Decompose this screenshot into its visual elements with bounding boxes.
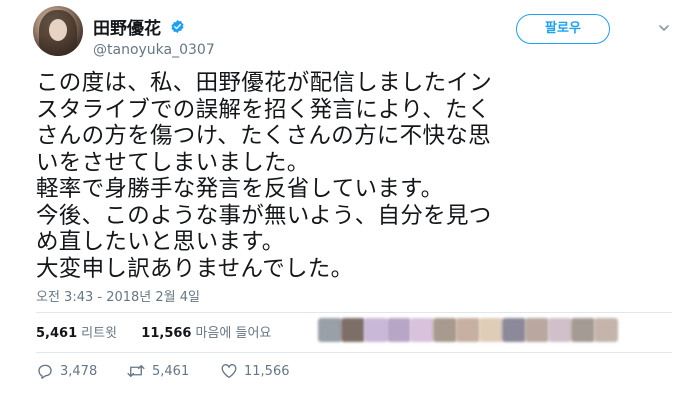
reply-action[interactable]: 3,478 <box>36 362 97 382</box>
tweet-text-line: 今後、このような事が無いよう、自分を見つ <box>36 202 492 229</box>
liker-avatar[interactable] <box>479 318 503 342</box>
liker-avatar[interactable] <box>571 318 595 342</box>
reply-count: 3,478 <box>60 363 98 379</box>
retweet-count: 5,461 <box>152 363 190 379</box>
reply-icon <box>38 364 52 379</box>
tweet-text-line: いをさせてしまいました。 <box>36 149 310 176</box>
liker-avatar[interactable] <box>433 318 457 342</box>
avatar[interactable] <box>33 6 83 56</box>
liker-avatar[interactable] <box>548 318 572 342</box>
like-stat[interactable]: 11,566 마음에 들어요 <box>141 326 271 341</box>
retweet-stat-label: 리트윗 <box>81 326 118 341</box>
tweet-text-line: 大変申し訳ありませんでした。 <box>36 255 354 282</box>
tweet-text-line: め直したいと思います。 <box>36 229 285 255</box>
user-name-block: 田野優花 @tanoyuka_0307 <box>93 14 215 58</box>
tweet-text: この度は、私、田野優花が配信しましたイン スタライブでの誤解を招く発言により、た… <box>36 70 676 282</box>
tweet-actions: 3,478 5,461 11,566 <box>36 362 436 382</box>
liker-avatar[interactable] <box>341 318 365 342</box>
retweet-stat[interactable]: 5,461 리트윗 <box>36 326 121 341</box>
retweet-action[interactable]: 5,461 <box>126 362 189 382</box>
liker-avatar[interactable] <box>456 318 480 342</box>
tweet-text-line: この度は、私、田野優花が配信しましたイン <box>36 70 493 96</box>
tweet-text-line: 軽率で身勝手な発言を反省しています。 <box>36 176 444 202</box>
liker-avatar[interactable] <box>364 318 388 342</box>
verified-badge-icon <box>171 19 184 34</box>
tweet-card: 田野優花 @tanoyuka_0307 팔로우 この度は、私、田野優花が配信しま… <box>0 0 700 400</box>
like-stat-label: 마음에 들어요 <box>195 326 272 341</box>
retweet-icon <box>127 365 145 377</box>
like-count: 11,566 <box>244 363 290 379</box>
liker-avatar[interactable] <box>387 318 411 342</box>
follow-button[interactable]: 팔로우 <box>516 14 610 44</box>
tweet-text-line: スタライブでの誤解を招く発言により、たく <box>36 96 491 123</box>
liker-avatars <box>318 318 618 344</box>
like-stat-count: 11,566 <box>141 326 192 341</box>
display-name[interactable]: 田野優花 <box>93 14 161 39</box>
user-handle[interactable]: @tanoyuka_0307 <box>93 42 215 58</box>
liker-avatar[interactable] <box>318 318 342 342</box>
chevron-down-icon[interactable] <box>658 22 670 34</box>
heart-icon <box>221 364 237 379</box>
liker-avatar[interactable] <box>594 318 618 342</box>
retweet-stat-count: 5,461 <box>36 326 78 341</box>
timestamp[interactable]: 오전 3:43 - 2018년 2월 4일 <box>36 286 200 305</box>
divider <box>36 312 672 313</box>
divider <box>36 352 672 353</box>
avatar-face <box>49 19 67 41</box>
like-action[interactable]: 11,566 <box>220 362 290 382</box>
liker-avatar[interactable] <box>525 318 549 342</box>
engagement-stats: 5,461 리트윗 11,566 마음에 들어요 <box>36 322 271 341</box>
tweet-text-line: さんの方を傷つけ、たくさんの方に不快な思 <box>36 123 491 149</box>
liker-avatar[interactable] <box>410 318 434 342</box>
liker-avatar[interactable] <box>502 318 526 342</box>
